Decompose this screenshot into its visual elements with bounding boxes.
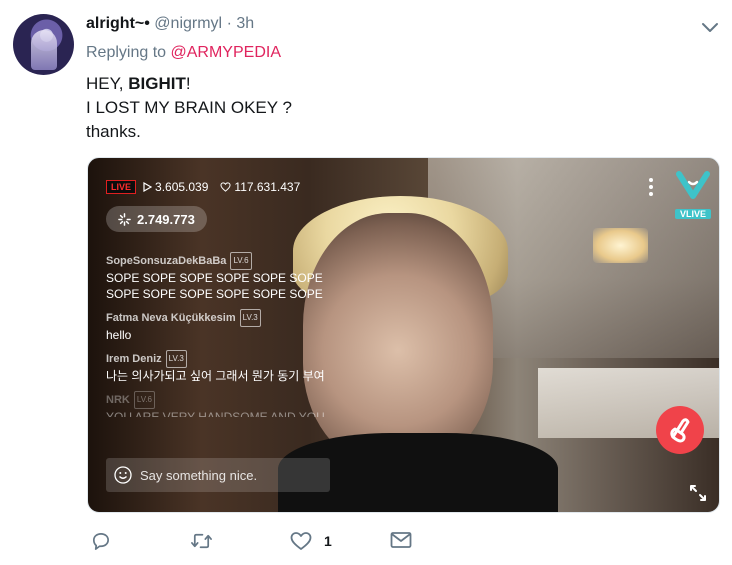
media-screenshot[interactable]: LIVE 3.605.039 117.631.437 2.749.773 Sop…: [87, 157, 720, 513]
chat-user: Fatma Neva Küçükkesim: [106, 312, 236, 324]
smiley-icon[interactable]: [114, 466, 132, 484]
author-name[interactable]: alright~: [86, 15, 144, 32]
chat-user: NRK: [106, 394, 130, 406]
comment-placeholder: Say something nice.: [140, 467, 258, 483]
heart-outline-icon: [220, 182, 231, 192]
comment-input[interactable]: Say something nice.: [106, 458, 330, 492]
like-button[interactable]: 1: [290, 531, 332, 551]
level-badge: LV.6: [230, 252, 252, 270]
chat-text: hello: [106, 328, 132, 342]
hearts-pill: 2.749.773: [106, 206, 207, 232]
chat-user: Irem Deniz: [106, 353, 162, 365]
envelope-icon: [390, 532, 412, 548]
retweet-icon: [191, 533, 212, 549]
reply-button[interactable]: [90, 531, 111, 551]
replying-to: Replying to @ARMYPEDIA: [86, 44, 281, 62]
line1-suffix: !: [185, 74, 191, 93]
tweet-line-3: thanks.: [86, 122, 141, 141]
lamp: [593, 228, 648, 263]
level-badge: LV.3: [239, 309, 261, 327]
tweet-actions: 1: [0, 531, 732, 561]
tweet-line-2: I LOST MY BRAIN OKEY ?: [86, 98, 292, 117]
replying-to-label: Replying to: [86, 44, 167, 61]
expand-icon[interactable]: [688, 483, 708, 503]
avatar[interactable]: [13, 14, 74, 75]
level-badge: LV.3: [165, 350, 187, 368]
vlive-logo: VLIVE: [675, 170, 711, 219]
retweet-button[interactable]: [190, 531, 213, 551]
chat-message: SopeSonsuzaDekBaBa LV.6 SOPE SOPE SOPE SO…: [106, 252, 336, 302]
live-stats: LIVE 3.605.039 117.631.437: [106, 180, 306, 194]
line1-prefix: HEY,: [86, 74, 129, 93]
chat-text: 나는 의사가되고 싶어 그래서 뭔가 동기 부여: [106, 369, 325, 383]
author-handle[interactable]: @nigrmyl: [154, 15, 222, 32]
vlive-v-icon: [676, 171, 710, 199]
tweet-text: HEY, BIGHIT! I LOST MY BRAIN OKEY ? than…: [86, 72, 292, 144]
separator: ·: [226, 15, 232, 32]
dot-glyph: •: [144, 15, 150, 32]
play-icon: [143, 182, 153, 192]
replying-to-link[interactable]: @ARMYPEDIA: [171, 44, 281, 61]
finger-heart-button[interactable]: [656, 406, 704, 454]
tweet-time[interactable]: 3h: [236, 15, 254, 32]
finger-heart-icon: [670, 418, 690, 443]
tweet-header: alright~• @nigrmyl · 3h: [86, 14, 254, 34]
chat-message: Fatma Neva Küçükkesim LV.3 hello: [106, 309, 336, 343]
chat-list: SopeSonsuzaDekBaBa LV.6 SOPE SOPE SOPE SO…: [106, 252, 336, 424]
tweet-line-1: HEY, BIGHIT!: [86, 72, 292, 96]
chat-user: SopeSonsuzaDekBaBa: [106, 255, 227, 267]
chat-text: YOU ARE VERY HANDSOME AND YOU: [106, 410, 325, 417]
live-badge: LIVE: [106, 180, 137, 194]
more-options-icon[interactable]: [645, 176, 657, 198]
sparkle-icon: [118, 212, 131, 226]
views-stat: 3.605.039: [142, 180, 208, 194]
reply-icon: [92, 532, 109, 550]
vlive-text: VLIVE: [675, 209, 711, 219]
chevron-down-icon[interactable]: [699, 16, 721, 38]
level-badge: LV.6: [133, 391, 155, 409]
line1-bold: BIGHIT: [128, 74, 186, 93]
chat-message: Irem Deniz LV.3 나는 의사가되고 싶어 그래서 뭔가 동기 부여: [106, 350, 336, 384]
heart-icon: [290, 532, 312, 550]
direct-message-button[interactable]: [390, 531, 412, 549]
hearts-count: 2.749.773: [137, 211, 195, 227]
chat-text: SOPE SOPE SOPE SOPE SOPE SOPE SOPE SOPE …: [106, 271, 323, 301]
like-count: 1: [324, 533, 332, 549]
chat-message: NRK LV.6 YOU ARE VERY HANDSOME AND YOU: [106, 391, 336, 417]
likes-count: 117.631.437: [234, 180, 301, 194]
views-count: 3.605.039: [155, 180, 209, 194]
likes-stat: 117.631.437: [220, 180, 300, 194]
